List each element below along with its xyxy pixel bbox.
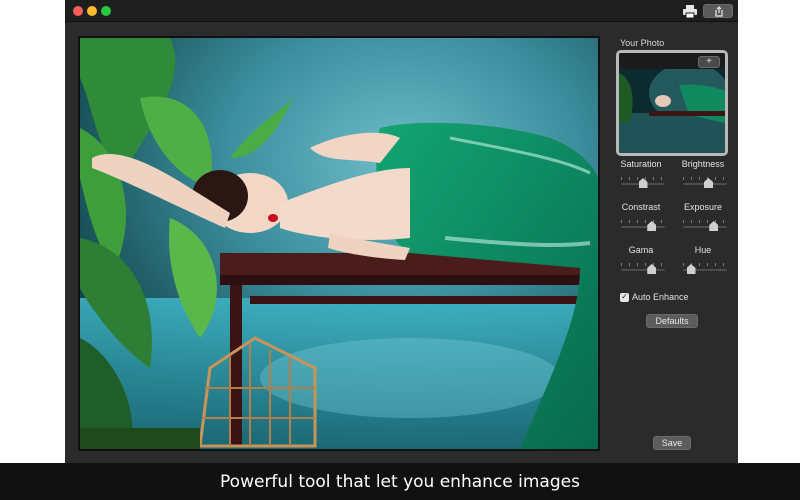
hue-label: Hue xyxy=(694,245,712,255)
caption-text: Powerful tool that let you enhance image… xyxy=(220,472,580,492)
app-window: Your Photo + Saturation Brightness Const… xyxy=(65,0,738,463)
saturation-slider[interactable] xyxy=(621,176,665,190)
slider-ticks xyxy=(683,220,727,223)
auto-enhance-checkbox[interactable]: ✓ xyxy=(620,292,629,302)
auto-enhance-row[interactable]: ✓ Auto Enhance xyxy=(620,291,689,303)
exposure-label: Exposure xyxy=(683,202,723,212)
gama-label: Gama xyxy=(628,245,654,255)
titlebar xyxy=(65,0,738,22)
main-photo xyxy=(80,38,598,449)
slider-track xyxy=(621,269,665,271)
contrast-label: Constrast xyxy=(621,202,661,212)
add-photo-button[interactable]: + xyxy=(698,56,720,68)
maximize-button[interactable] xyxy=(101,6,111,16)
minimize-button[interactable] xyxy=(87,6,97,16)
slider-track xyxy=(683,226,727,228)
slider-ticks xyxy=(683,177,727,180)
photo-thumbnail[interactable]: + xyxy=(616,50,728,156)
slider-track xyxy=(621,226,665,228)
checkmark-icon: ✓ xyxy=(621,292,628,301)
auto-enhance-label: Auto Enhance xyxy=(632,292,689,302)
caption-bar: Powerful tool that let you enhance image… xyxy=(0,463,800,500)
share-button[interactable] xyxy=(703,4,733,18)
slider-ticks xyxy=(621,220,665,223)
slider-ticks xyxy=(621,263,665,266)
contrast-slider[interactable] xyxy=(621,219,665,233)
save-button[interactable]: Save xyxy=(653,436,691,450)
saturation-label: Saturation xyxy=(620,159,662,169)
exposure-slider[interactable] xyxy=(683,219,727,233)
brightness-label: Brightness xyxy=(681,159,725,169)
main-content: Your Photo + Saturation Brightness Const… xyxy=(65,23,738,463)
defaults-button[interactable]: Defaults xyxy=(646,314,698,328)
brightness-slider[interactable] xyxy=(683,176,727,190)
thumbnail-toolbar: + xyxy=(619,53,725,69)
gama-slider[interactable] xyxy=(621,262,665,276)
printer-icon[interactable] xyxy=(682,4,698,19)
photo-canvas xyxy=(78,36,600,451)
hue-slider[interactable] xyxy=(683,262,727,276)
your-photo-title: Your Photo xyxy=(620,38,665,48)
share-icon xyxy=(715,6,723,17)
close-button[interactable] xyxy=(73,6,83,16)
